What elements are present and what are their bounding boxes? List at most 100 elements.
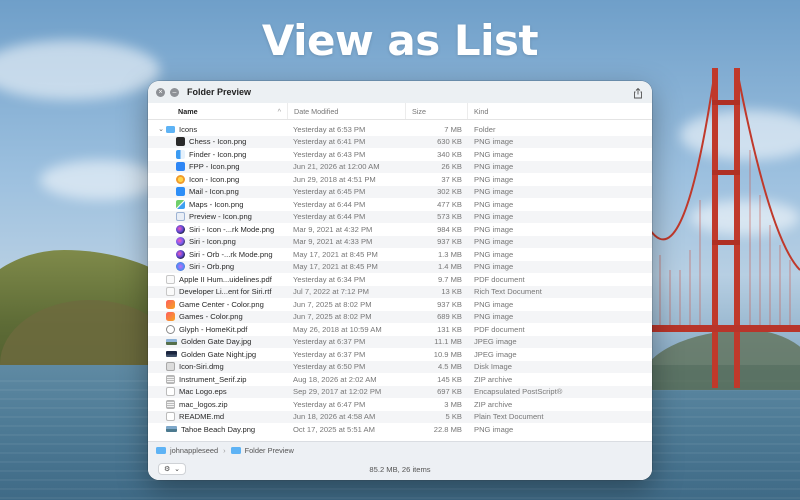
- column-kind[interactable]: Kind: [468, 103, 652, 119]
- file-icon: [176, 262, 185, 272]
- size-cell: 1.3 MB: [437, 249, 462, 259]
- size-cell: 22.8 MB: [433, 424, 462, 434]
- column-date-modified[interactable]: Date Modified: [288, 103, 406, 119]
- file-icon: [166, 387, 175, 397]
- file-name: Icons: [179, 124, 198, 134]
- date-modified-cell: May 26, 2018 at 10:59 AM: [293, 324, 382, 334]
- kind-cell: PNG image: [474, 262, 514, 272]
- kind-cell: PDF document: [474, 274, 525, 284]
- size-cell: 697 KB: [437, 387, 462, 397]
- table-row[interactable]: Siri - Orb -...rk Mode.png May 17, 2021 a…: [148, 248, 652, 261]
- table-row[interactable]: Siri - Icon -...rk Mode.png Mar 9, 2021 a…: [148, 223, 652, 236]
- file-name-cell: Icon-Siri.dmg: [148, 362, 288, 372]
- table-row[interactable]: Game Center - Color.png Jun 7, 2025 at 8:…: [148, 298, 652, 311]
- file-icon: [166, 312, 175, 322]
- action-menu-button[interactable]: ⚙ ⌄: [158, 463, 186, 475]
- headline: View as List: [261, 16, 539, 65]
- finder-window: × – Folder Preview Name ^ Date Modified …: [148, 81, 652, 480]
- disclosure-chevron-icon[interactable]: ⌄: [156, 125, 166, 133]
- table-row[interactable]: Finder - Icon.png Yesterday at 6:43 PM 340…: [148, 148, 652, 161]
- kind-cell: ZIP archive: [474, 399, 513, 409]
- kind-cell: PNG image: [474, 174, 514, 184]
- table-row[interactable]: Preview - Icon.png Yesterday at 6:44 PM 57…: [148, 210, 652, 223]
- path-item-user[interactable]: johnappleseed: [170, 446, 218, 455]
- table-row[interactable]: Golden Gate Night.jpg Yesterday at 6:37 P…: [148, 348, 652, 361]
- date-modified-cell: Yesterday at 6:37 PM: [293, 337, 366, 347]
- table-row[interactable]: mac_logos.zip Yesterday at 6:47 PM 3 MB ZIP…: [148, 398, 652, 411]
- file-icon: [176, 162, 185, 172]
- file-icon: [176, 224, 185, 234]
- item-summary: 85.2 MB, 26 items: [369, 464, 431, 474]
- path-item-folder[interactable]: Folder Preview: [245, 446, 294, 455]
- file-name-cell: Developer Li...ent for Siri.rtf: [148, 287, 288, 297]
- file-icon: [176, 149, 185, 159]
- size-cell: 689 KB: [437, 312, 462, 322]
- minimize-button[interactable]: –: [170, 87, 179, 97]
- kind-cell: Rich Text Document: [474, 287, 542, 297]
- size-cell: 26 KB: [441, 162, 462, 172]
- column-name[interactable]: Name ^: [148, 103, 288, 119]
- file-icon: [176, 199, 185, 209]
- size-cell: 630 KB: [437, 137, 462, 147]
- file-icon: [176, 137, 185, 147]
- size-cell: 340 KB: [437, 149, 462, 159]
- date-modified-cell: Jun 29, 2018 at 4:51 PM: [293, 174, 376, 184]
- share-button[interactable]: [632, 86, 644, 99]
- gear-icon: ⚙: [163, 466, 171, 473]
- file-name: Mac Logo.eps: [179, 387, 227, 397]
- file-icon: [166, 287, 175, 297]
- kind-cell: Plain Text Document: [474, 412, 544, 422]
- kind-cell: JPEG image: [474, 337, 517, 347]
- column-size[interactable]: Size: [406, 103, 468, 119]
- table-row[interactable]: Golden Gate Day.jpg Yesterday at 6:37 PM 1…: [148, 335, 652, 348]
- minimize-icon: –: [172, 88, 177, 96]
- date-modified-cell: Yesterday at 6:47 PM: [293, 399, 366, 409]
- table-row[interactable]: Icon - Icon.png Jun 29, 2018 at 4:51 PM 37…: [148, 173, 652, 186]
- file-name-cell: Mail - Icon.png: [148, 187, 288, 197]
- table-row[interactable]: Siri - Icon.png Mar 9, 2021 at 4:33 PM 937…: [148, 235, 652, 248]
- table-row[interactable]: Mac Logo.eps Sep 29, 2017 at 12:02 PM 697 …: [148, 385, 652, 398]
- table-row[interactable]: Games - Color.png Jun 7, 2025 at 8:02 PM 6…: [148, 310, 652, 323]
- cloud: [40, 160, 160, 200]
- table-row[interactable]: Siri - Orb.png May 17, 2021 at 8:45 PM 1.4…: [148, 260, 652, 273]
- file-name: Games - Color.png: [179, 312, 243, 322]
- table-row[interactable]: FPP - Icon.png Jun 21, 2026 at 12:00 AM 26…: [148, 160, 652, 173]
- close-button[interactable]: ×: [156, 87, 165, 97]
- file-name-cell: mac_logos.zip: [148, 399, 288, 409]
- file-name-cell: README.md: [148, 412, 288, 422]
- file-name: Siri - Icon.png: [189, 237, 236, 247]
- size-cell: 11.1 MB: [434, 337, 462, 347]
- table-row[interactable]: README.md Jun 18, 2026 at 4:58 AM 5 KB Plai…: [148, 410, 652, 423]
- date-modified-cell: May 17, 2021 at 8:45 PM: [293, 249, 378, 259]
- file-icon: [166, 399, 175, 409]
- file-name-cell: Golden Gate Night.jpg: [148, 350, 288, 359]
- table-row[interactable]: Glyph - HomeKit.pdf May 26, 2018 at 10:59…: [148, 323, 652, 336]
- table-row[interactable]: Tahoe Beach Day.png Oct 17, 2025 at 5:51 …: [148, 423, 652, 436]
- table-row[interactable]: ⌄ Icons Yesterday at 6:53 PM 7 MB Folder: [148, 123, 652, 136]
- size-cell: 302 KB: [437, 187, 462, 197]
- kind-cell: ZIP archive: [474, 374, 513, 384]
- size-cell: 5 KB: [445, 412, 462, 422]
- golden-gate-bridge: [640, 68, 800, 388]
- kind-cell: PNG image: [474, 212, 514, 222]
- date-modified-cell: Yesterday at 6:34 PM: [293, 274, 366, 284]
- title-bar: × – Folder Preview: [148, 81, 652, 103]
- table-row[interactable]: Instrument_Serif.zip Aug 18, 2026 at 2:02…: [148, 373, 652, 386]
- date-modified-cell: Jul 7, 2022 at 7:12 PM: [293, 287, 369, 297]
- file-name-cell: Apple II Hum...uidelines.pdf: [148, 274, 288, 284]
- size-cell: 145 KB: [437, 374, 462, 384]
- table-row[interactable]: Chess - Icon.png Yesterday at 6:41 PM 630 …: [148, 135, 652, 148]
- file-name: mac_logos.zip: [179, 399, 228, 409]
- file-name: Icon - Icon.png: [189, 174, 240, 184]
- table-row[interactable]: Apple II Hum...uidelines.pdf Yesterday at…: [148, 273, 652, 286]
- file-icon: [166, 125, 175, 133]
- date-modified-cell: Yesterday at 6:53 PM: [293, 124, 366, 134]
- file-name: Siri - Orb -...rk Mode.png: [189, 249, 273, 259]
- date-modified-cell: Yesterday at 6:41 PM: [293, 137, 366, 147]
- folder-icon: [230, 446, 241, 454]
- table-row[interactable]: Mail - Icon.png Yesterday at 6:45 PM 302 K…: [148, 185, 652, 198]
- table-row[interactable]: Maps - Icon.png Yesterday at 6:44 PM 477 K…: [148, 198, 652, 211]
- table-row[interactable]: Developer Li...ent for Siri.rtf Jul 7, 20…: [148, 285, 652, 298]
- file-icon: [176, 249, 185, 259]
- table-row[interactable]: Icon-Siri.dmg Yesterday at 6:50 PM 4.5 MB D…: [148, 360, 652, 373]
